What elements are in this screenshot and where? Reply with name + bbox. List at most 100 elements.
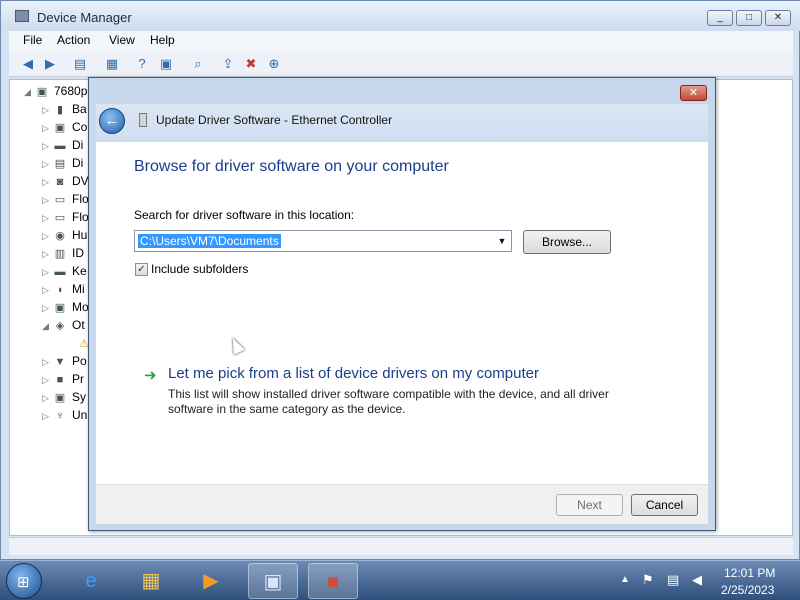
update-driver-dialog: ✕ ← Update Driver Software - Ethernet Co… xyxy=(88,77,716,531)
disk-drive-icon: ▬ xyxy=(54,140,66,152)
tree-item[interactable]: ▷ ♆ Un xyxy=(42,408,87,426)
ide-controller-icon: ▥ xyxy=(54,248,66,260)
tree-item[interactable]: ▷ ◙ DV xyxy=(42,174,89,192)
expand-icon[interactable]: ▷ xyxy=(42,195,52,206)
tree-item[interactable]: ▷ ▣ Co xyxy=(42,120,87,138)
device-manager-icon xyxy=(15,10,29,22)
tree-item[interactable]: ▷ ▬ Di xyxy=(42,138,83,156)
show-hidden-icons-icon[interactable]: ▲ xyxy=(620,574,630,585)
maximize-button[interactable]: □ xyxy=(736,10,762,26)
expand-icon[interactable]: ▷ xyxy=(42,159,52,170)
monitor-icon: ▣ xyxy=(54,302,66,314)
next-button[interactable]: Next xyxy=(556,494,623,516)
minimize-button[interactable]: _ xyxy=(707,10,733,26)
show-hide-tree-icon[interactable]: ▤ xyxy=(71,55,89,73)
cancel-button[interactable]: Cancel xyxy=(631,494,698,516)
action-center-flag-icon[interactable]: ⚑ xyxy=(642,572,654,588)
update-driver-icon[interactable]: ⇪ xyxy=(219,55,237,73)
dialog-header: ← Update Driver Software - Ethernet Cont… xyxy=(96,104,708,142)
floppy-icon: ▭ xyxy=(54,212,66,224)
dvd-drive-icon: ◙ xyxy=(56,176,64,188)
dialog-close-button[interactable]: ✕ xyxy=(680,85,707,101)
taskbar: ⊞ e ▦ ▶ ▣ ■ ▲ ⚑ ▤ ◀ 12:01 PM 2/25/2023 xyxy=(0,560,800,600)
path-input-text[interactable]: C:\Users\VM7\Documents xyxy=(138,234,281,248)
expand-icon[interactable]: ▷ xyxy=(42,411,52,422)
expand-icon[interactable]: ▷ xyxy=(42,123,52,134)
network-icon[interactable]: ▤ xyxy=(667,572,679,588)
tree-item[interactable]: ▷ ▭ Flo xyxy=(42,192,89,210)
properties-icon[interactable]: ▦ xyxy=(103,55,121,73)
dropdown-arrow-icon[interactable]: ▼ xyxy=(495,233,509,249)
expand-icon[interactable]: ▷ xyxy=(42,249,52,260)
volume-icon[interactable]: ◀ xyxy=(692,572,702,588)
expand-icon[interactable]: ▷ xyxy=(42,231,52,242)
toolbox-icon[interactable]: ■ xyxy=(308,563,358,599)
tree-item[interactable]: ◢ ◈ Ot xyxy=(42,318,85,336)
collapse-icon[interactable]: ◢ xyxy=(42,321,52,332)
clock-time[interactable]: 12:01 PM xyxy=(724,566,775,580)
forward-icon[interactable]: ▶ xyxy=(41,55,59,73)
system-devices-icon: ▣ xyxy=(54,392,66,404)
expand-icon[interactable]: ▷ xyxy=(42,357,52,368)
close-button[interactable]: ✕ xyxy=(765,10,791,26)
menu-view[interactable]: View xyxy=(109,33,135,47)
menu-help[interactable]: Help xyxy=(150,33,175,47)
tree-root[interactable]: ◢ ▣ 7680p xyxy=(24,84,87,102)
back-arrow-icon[interactable]: ← xyxy=(99,108,125,134)
help-icon[interactable]: ? xyxy=(133,55,151,73)
expand-icon[interactable]: ▷ xyxy=(42,393,52,404)
expand-icon[interactable]: ▷ xyxy=(42,375,52,386)
status-bar xyxy=(9,537,793,555)
internet-explorer-icon[interactable]: e xyxy=(66,563,116,599)
include-subfolders-checkbox[interactable]: ✓ xyxy=(135,263,148,276)
path-combobox[interactable]: C:\Users\VM7\Documents ▼ xyxy=(134,230,512,252)
scan-hardware-icon[interactable]: ⌕ xyxy=(189,55,207,73)
include-subfolders-label[interactable]: Include subfolders xyxy=(151,262,248,276)
expand-icon[interactable]: ▷ xyxy=(42,285,52,296)
tree-item[interactable]: ▷ ■ Pr xyxy=(42,372,84,390)
device-icon xyxy=(139,113,147,127)
tree-item[interactable]: ▷ ▥ ID xyxy=(42,246,84,264)
dialog-title: Update Driver Software - Ethernet Contro… xyxy=(156,113,393,127)
tree-item[interactable]: ▷ ◖ Mi xyxy=(42,282,85,300)
display-adapter-icon: ▤ xyxy=(54,158,66,170)
uninstall-icon[interactable]: ✖ xyxy=(242,55,260,73)
pick-from-list-description: This list will show installed driver sof… xyxy=(168,387,609,416)
windows-explorer-icon[interactable]: ▦ xyxy=(126,563,176,599)
usb-icon: ♆ xyxy=(55,410,65,422)
device-manager-titlebar[interactable]: Device Manager _ □ ✕ xyxy=(1,1,800,31)
processor-icon: ■ xyxy=(56,374,64,386)
ports-icon: ▼ xyxy=(54,356,66,368)
back-icon[interactable]: ◀ xyxy=(19,55,37,73)
green-arrow-icon[interactable]: ➜ xyxy=(144,366,157,384)
media-player-icon[interactable]: ▶ xyxy=(186,563,236,599)
expand-icon[interactable]: ▷ xyxy=(42,177,52,188)
tree-item[interactable]: ▷ ▣ Sy xyxy=(42,390,86,408)
expand-icon[interactable]: ▷ xyxy=(42,105,52,116)
tree-item[interactable]: ▷ ▭ Flo xyxy=(42,210,89,228)
search-location-label: Search for driver software in this locat… xyxy=(134,208,355,222)
expand-icon[interactable]: ▷ xyxy=(42,267,52,278)
tree-item[interactable]: ▷ ▣ Mo xyxy=(42,300,89,318)
tree-item[interactable]: ▷ ▤ Di xyxy=(42,156,83,174)
tree-item[interactable]: ▷ ▬ Ke xyxy=(42,264,87,282)
collapse-icon[interactable]: ◢ xyxy=(24,87,34,98)
computer-icon: ▣ xyxy=(54,122,66,134)
clock-date[interactable]: 2/25/2023 xyxy=(721,583,774,597)
tree-item[interactable]: ▷ ▮ Ba xyxy=(42,102,87,120)
tree-item[interactable]: ▷ ▼ Po xyxy=(42,354,87,372)
expand-icon[interactable]: ▷ xyxy=(42,213,52,224)
other-devices-icon: ◈ xyxy=(55,320,65,332)
expand-icon[interactable]: ▷ xyxy=(42,141,52,152)
pick-from-list-link[interactable]: Let me pick from a list of device driver… xyxy=(168,365,539,382)
menu-file[interactable]: File xyxy=(23,33,42,47)
tree-item[interactable]: ▷ ◉ Hu xyxy=(42,228,87,246)
device-manager-taskbar-icon[interactable]: ▣ xyxy=(248,563,298,599)
browse-button[interactable]: Browse... xyxy=(523,230,611,254)
start-button[interactable]: ⊞ xyxy=(6,563,42,599)
windows-logo-icon: ⊞ xyxy=(17,574,30,591)
expand-icon[interactable]: ▷ xyxy=(42,303,52,314)
enable-device-icon[interactable]: ⊕ xyxy=(265,55,283,73)
menu-action[interactable]: Action xyxy=(57,33,90,47)
view-icon[interactable]: ▣ xyxy=(157,55,175,73)
